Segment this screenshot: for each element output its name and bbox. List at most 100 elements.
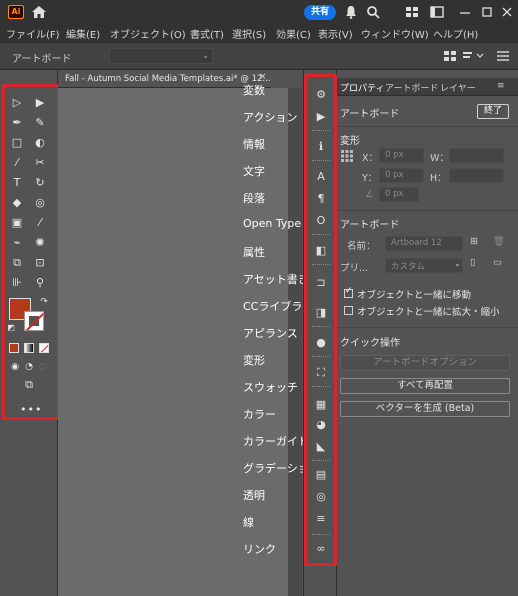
- blend-tool-icon[interactable]: ⌁: [10, 236, 24, 250]
- flyout-item-stroke[interactable]: 線: [243, 514, 254, 530]
- close-icon[interactable]: ×: [259, 72, 267, 82]
- menu-object[interactable]: オブジェクト(O): [110, 26, 186, 41]
- artboard-preset-select[interactable]: ⌄: [109, 48, 213, 64]
- swatches-icon[interactable]: ▦: [314, 398, 328, 412]
- menu-file[interactable]: ファイル(F): [6, 26, 60, 41]
- draw-normal-icon[interactable]: ◉: [8, 360, 22, 374]
- angle-input[interactable]: 0 px: [379, 187, 419, 202]
- gradient-icon[interactable]: ▤: [314, 468, 328, 482]
- landscape-icon[interactable]: ▭: [493, 257, 502, 268]
- swap-colors-icon[interactable]: ↷: [37, 295, 51, 309]
- flyout-item-swatches[interactable]: スウォッチ: [243, 379, 298, 395]
- color-icon[interactable]: ◕: [314, 418, 328, 432]
- flyout-item-transform[interactable]: 変形: [243, 352, 265, 368]
- minimize-icon[interactable]: [458, 5, 472, 19]
- close-icon[interactable]: [500, 5, 514, 19]
- direct-selection-tool-icon[interactable]: ▶: [33, 96, 47, 110]
- layout-icon[interactable]: [462, 50, 484, 62]
- x-input[interactable]: 0 px: [379, 148, 424, 163]
- gradient-tool-icon[interactable]: ▣: [10, 216, 24, 230]
- maximize-icon[interactable]: [480, 5, 494, 19]
- flyout-item-opentype[interactable]: Open Type: [243, 217, 301, 230]
- flyout-item-links[interactable]: リンク: [243, 541, 276, 557]
- shaper-tool-icon[interactable]: ◐: [33, 136, 47, 150]
- variables-icon[interactable]: ⚙: [314, 88, 328, 102]
- menu-effect[interactable]: 効果(C): [276, 26, 311, 41]
- arrange-icon[interactable]: [430, 5, 444, 19]
- new-artboard-icon[interactable]: ⊞: [470, 236, 478, 247]
- symbol-sprayer-tool-icon[interactable]: ✺: [33, 236, 47, 250]
- menu-view[interactable]: 表示(V): [318, 26, 353, 41]
- stroke-icon[interactable]: ≡: [314, 512, 328, 526]
- width-tool-icon[interactable]: ◎: [33, 196, 47, 210]
- default-colors-icon[interactable]: ◩: [4, 321, 18, 335]
- rotate-tool-icon[interactable]: ↻: [33, 176, 47, 190]
- stroke-color-swatch[interactable]: [24, 311, 44, 331]
- info-icon[interactable]: ℹ: [314, 140, 328, 154]
- draw-inside-icon[interactable]: ◌: [36, 360, 50, 374]
- scale-with-artwork-checkbox[interactable]: [344, 306, 353, 315]
- actions-icon[interactable]: ▶: [314, 110, 328, 124]
- flyout-item-variables[interactable]: 変数: [243, 82, 265, 98]
- graph-tool-icon[interactable]: ⊪: [10, 276, 24, 290]
- attributes-icon[interactable]: ◧: [314, 244, 328, 258]
- tab-layers[interactable]: レイヤー: [440, 81, 476, 94]
- panel-menu-icon[interactable]: [496, 50, 510, 62]
- delete-artboard-icon[interactable]: 🗑: [493, 236, 505, 247]
- eyedropper-tool-icon[interactable]: ⁄: [33, 216, 47, 230]
- generate-vector-button[interactable]: ベクターを生成 (Beta): [340, 401, 510, 417]
- paragraph-icon[interactable]: ¶: [314, 192, 328, 206]
- home-icon[interactable]: [31, 5, 47, 19]
- more-tools-icon[interactable]: •••: [20, 403, 41, 417]
- cc-libraries-icon[interactable]: ◨: [314, 306, 328, 320]
- links-icon[interactable]: ∞: [314, 542, 328, 556]
- bell-icon[interactable]: [344, 5, 358, 19]
- align-icon[interactable]: [443, 50, 457, 62]
- none-mode-icon[interactable]: [39, 343, 49, 353]
- color-guide-icon[interactable]: ◣: [314, 440, 328, 454]
- artboard-options-button[interactable]: アートボードオプション: [340, 355, 510, 371]
- tab-artboards[interactable]: アートボード: [385, 81, 438, 94]
- flyout-item-character[interactable]: 文字: [243, 163, 265, 179]
- scissors-tool-icon[interactable]: ✂: [33, 156, 47, 170]
- type-tool-icon[interactable]: T: [10, 176, 24, 190]
- color-mode-icon[interactable]: [9, 343, 19, 353]
- appearance-icon[interactable]: ●: [314, 336, 328, 350]
- curvature-tool-icon[interactable]: ✎: [33, 116, 47, 130]
- end-button[interactable]: 終了: [477, 104, 509, 119]
- draw-behind-icon[interactable]: ◔: [22, 360, 36, 374]
- transparency-icon[interactable]: ◎: [314, 490, 328, 504]
- rectangle-tool-icon[interactable]: □: [10, 136, 24, 150]
- panel-menu-icon[interactable]: ≡: [497, 81, 505, 91]
- tab-properties[interactable]: プロパティ: [340, 81, 384, 94]
- menu-window[interactable]: ウィンドウ(W): [361, 26, 429, 41]
- share-button[interactable]: 共有: [304, 5, 336, 20]
- flyout-item-paragraph[interactable]: 段落: [243, 190, 265, 206]
- paintbrush-tool-icon[interactable]: ⁄: [10, 156, 24, 170]
- search-icon[interactable]: [366, 5, 380, 19]
- pen-tool-icon[interactable]: ✒: [10, 116, 24, 130]
- artboard-tool-icon[interactable]: ⊡: [33, 256, 47, 270]
- h-input[interactable]: [449, 168, 504, 183]
- move-with-artwork-checkbox[interactable]: [344, 286, 353, 298]
- character-icon[interactable]: A: [314, 170, 328, 184]
- portrait-icon[interactable]: ▯: [470, 257, 475, 268]
- flyout-item-info[interactable]: 情報: [243, 136, 265, 152]
- eraser-tool-icon[interactable]: ◆: [10, 196, 24, 210]
- transform-icon[interactable]: ⛶: [314, 366, 328, 380]
- rearrange-all-button[interactable]: すべて再配置: [340, 378, 510, 394]
- opentype-icon[interactable]: O: [314, 214, 328, 228]
- w-input[interactable]: [449, 148, 504, 163]
- flyout-item-appearance[interactable]: アピランス: [243, 325, 298, 341]
- y-input[interactable]: 0 px: [379, 168, 424, 183]
- menu-type[interactable]: 書式(T): [190, 26, 224, 41]
- shape-builder-tool-icon[interactable]: ⧉: [10, 256, 24, 270]
- flyout-item-actions[interactable]: アクション: [243, 109, 297, 125]
- flyout-item-transparency[interactable]: 透明: [243, 487, 265, 503]
- menu-edit[interactable]: 編集(E): [66, 26, 100, 41]
- canvas-scrollbar-area[interactable]: [288, 88, 302, 596]
- document-tab[interactable]: Fall - Autumn Social Media Templates.ai*…: [58, 70, 270, 88]
- artboard-name-input[interactable]: Artboard 12: [385, 236, 463, 251]
- reference-point-icon[interactable]: [341, 150, 353, 162]
- menu-help[interactable]: ヘルプ(H): [433, 26, 478, 41]
